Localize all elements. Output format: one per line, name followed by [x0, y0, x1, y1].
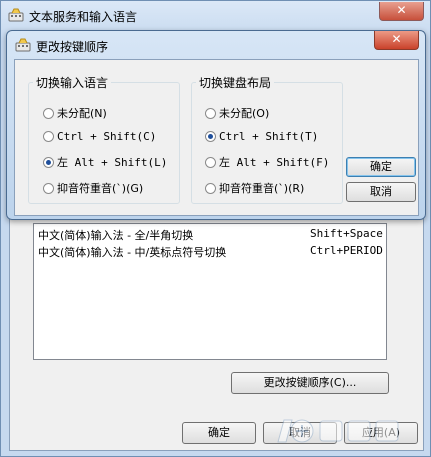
change-key-sequence-button[interactable]: 更改按键顺序(C)...: [231, 372, 389, 394]
dialog-close-button[interactable]: ✕: [374, 31, 419, 50]
radio-icon: [43, 108, 54, 119]
radio-layout-left-alt-shift[interactable]: 左 Alt + Shift(F): [205, 154, 329, 170]
radio-icon: [205, 108, 216, 119]
radio-input-grave[interactable]: 抑音符重音(`)(G): [43, 180, 143, 196]
radio-icon: [43, 183, 54, 194]
watermark-logo-icon: [277, 419, 399, 443]
input-language-legend: 切换输入语言: [36, 76, 109, 90]
radio-icon: [205, 157, 216, 168]
change-key-sequence-dialog: 更改按键顺序 ✕ 切换输入语言 未分配(N) Ctrl + Shift(C) 左…: [6, 30, 426, 220]
list-item-hotkey: Shift+Space: [310, 227, 383, 240]
radio-input-ctrl-shift[interactable]: Ctrl + Shift(C): [43, 130, 156, 146]
dialog-ok-button[interactable]: 确定: [346, 157, 416, 177]
list-item[interactable]: 中文(简体)输入法 - 中/英标点符号切换 Ctrl+PERIOD: [38, 244, 383, 260]
list-item[interactable]: 中文(简体)输入法 - 全/半角切换 Shift+Space: [38, 227, 383, 243]
hotkey-list[interactable]: 中文(简体)输入法 - 全/半角切换 Shift+Space 中文(简体)输入法…: [33, 223, 387, 360]
dialog-title: 更改按键顺序: [36, 40, 109, 54]
keyboard-layout-legend: 切换键盘布局: [199, 76, 272, 90]
list-item-name: 中文(简体)输入法 - 全/半角切换: [38, 229, 194, 242]
back-window-title: 文本服务和输入语言: [29, 10, 138, 24]
radio-layout-unassigned[interactable]: 未分配(O): [205, 105, 269, 121]
keyboard-icon: [8, 8, 24, 22]
list-item-hotkey: Ctrl+PERIOD: [310, 244, 383, 257]
list-item-name: 中文(简体)输入法 - 中/英标点符号切换: [38, 246, 227, 259]
radio-selected-icon: [205, 131, 216, 142]
keyboard-icon: [15, 38, 31, 52]
radio-input-left-alt-shift[interactable]: 左 Alt + Shift(L): [43, 154, 167, 170]
radio-input-unassigned[interactable]: 未分配(N): [43, 105, 107, 121]
radio-selected-icon: [43, 157, 54, 168]
dialog-client-area: 切换输入语言 未分配(N) Ctrl + Shift(C) 左 Alt + Sh…: [14, 59, 419, 216]
radio-icon: [205, 183, 216, 194]
radio-icon: [43, 131, 54, 142]
back-close-button[interactable]: ✕: [379, 2, 424, 21]
radio-layout-grave[interactable]: 抑音符重音(`)(R): [205, 180, 304, 196]
back-title-bar[interactable]: 文本服务和输入语言 ✕: [1, 1, 430, 31]
dialog-cancel-button[interactable]: 取消: [346, 182, 416, 202]
radio-layout-ctrl-shift[interactable]: Ctrl + Shift(T): [205, 130, 318, 146]
back-ok-button[interactable]: 确定: [182, 422, 256, 444]
